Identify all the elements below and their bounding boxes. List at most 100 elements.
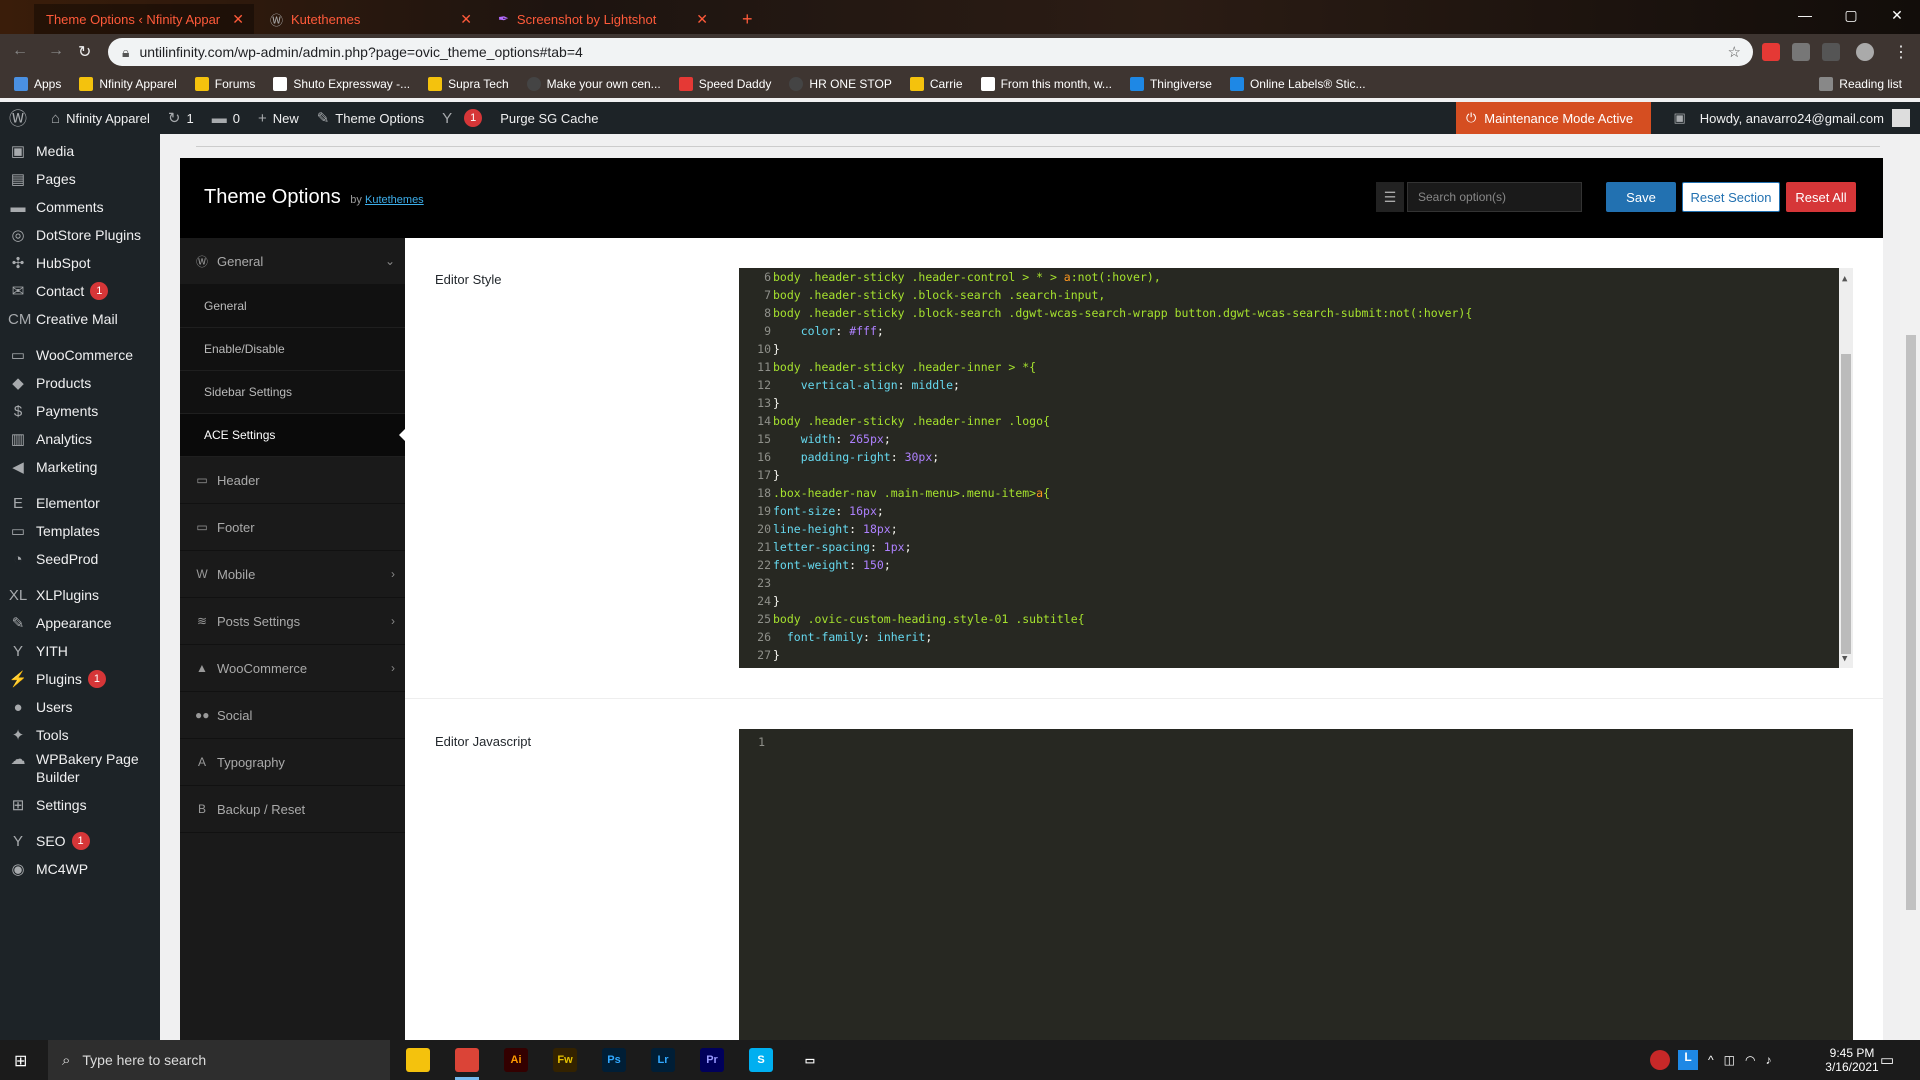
bookmark-item[interactable]: Nfinity Apparel xyxy=(79,77,177,91)
network-icon[interactable]: ◫ xyxy=(1724,1053,1735,1067)
pdf-extension-icon[interactable] xyxy=(1762,43,1780,61)
sidebar-item-mc4wp[interactable]: ◉ MC4WP xyxy=(0,852,160,886)
back-icon[interactable]: ← xyxy=(12,42,28,60)
bookmark-item[interactable]: HR ONE STOP xyxy=(789,77,892,91)
nav-sub-ace-settings[interactable]: ACE Settings xyxy=(180,414,406,457)
url-bar[interactable]: 🔒︎ untilinfinity.com/wp-admin/admin.php?… xyxy=(108,38,1753,66)
chevron-down-icon: ⌄ xyxy=(384,254,395,268)
bookmark-item[interactable]: Forums xyxy=(194,77,255,91)
bookmark-item[interactable]: From this month, w... xyxy=(980,77,1112,91)
reset-section-button[interactable]: Reset Section xyxy=(1682,182,1780,212)
taskbar-photoshop-icon[interactable]: Ps xyxy=(602,1048,626,1072)
save-button[interactable]: Save xyxy=(1606,182,1676,212)
nav-sub-enable-disable[interactable]: Enable/Disable xyxy=(180,328,405,371)
editor-scroll-thumb[interactable] xyxy=(1841,354,1851,654)
notifications-icon[interactable]: ▭ xyxy=(1880,1040,1894,1080)
sidebar-item-wpbakery-page-builder[interactable]: ☁ WPBakery Page Builder xyxy=(0,746,160,790)
nav-mobile[interactable]: W Mobile › xyxy=(180,551,405,598)
chevron-up-icon[interactable]: ^ xyxy=(1708,1053,1714,1067)
nav-item-label: Header xyxy=(217,472,260,488)
close-tab-icon[interactable]: ✕ xyxy=(232,11,244,28)
taskbar-skype-icon[interactable]: S xyxy=(749,1048,773,1072)
sidebar-item-label: Analytics xyxy=(36,431,93,447)
bookmark-item[interactable]: Shuto Expressway -... xyxy=(273,77,410,91)
taskbar-premiere-icon[interactable]: Pr xyxy=(700,1048,724,1072)
wifi-icon[interactable]: ◠ xyxy=(1745,1053,1755,1067)
taskbar-fireworks-icon[interactable]: Fw xyxy=(553,1048,577,1072)
media-icon[interactable] xyxy=(1822,43,1840,61)
close-window-button[interactable]: ✕ xyxy=(1874,0,1920,30)
scroll-up-icon[interactable]: ▲ xyxy=(1842,274,1847,284)
reading-list[interactable]: Reading list xyxy=(1819,77,1902,91)
tray-app-icon[interactable] xyxy=(1650,1050,1670,1070)
nav-sub-general[interactable]: General xyxy=(180,285,405,328)
tab-kutethemes[interactable]: Ⓦ Kutethemes ✕ xyxy=(258,4,482,34)
bookmark-item[interactable]: Speed Daddy xyxy=(678,77,771,91)
bookmark-item[interactable]: Carrie xyxy=(909,77,963,91)
account-menu[interactable]: ▣ Howdy, anavarro24@gmail.com xyxy=(1674,102,1910,134)
nav-posts-settings[interactable]: ≋ Posts Settings › xyxy=(180,598,405,645)
reset-all-button[interactable]: Reset All xyxy=(1786,182,1856,212)
bookmark-item[interactable]: Supra Tech xyxy=(428,77,509,91)
taskbar-search[interactable]: ⌕ Type here to search xyxy=(48,1040,390,1080)
updates-link[interactable]: ↻ 1 xyxy=(159,102,203,134)
tab-theme-options[interactable]: Theme Options ‹ Nfinity Appar ✕ xyxy=(34,4,254,34)
nav-woocommerce[interactable]: ▲ WooCommerce › xyxy=(180,645,405,692)
nav-backup-reset[interactable]: B Backup / Reset xyxy=(180,786,405,833)
sidebar-item-settings[interactable]: ⊞ Settings xyxy=(0,788,160,822)
volume-icon[interactable]: ♪ xyxy=(1765,1053,1771,1067)
profile-avatar[interactable] xyxy=(1856,43,1874,61)
page-scroll-thumb[interactable] xyxy=(1906,335,1916,910)
taskbar-illustrator-icon[interactable]: Ai xyxy=(504,1048,528,1072)
menu-dots-icon[interactable]: ⋮ xyxy=(1893,42,1909,62)
line-number: 11 xyxy=(757,360,771,374)
restore-button[interactable]: ▢ xyxy=(1828,0,1874,30)
editor-scrollbar[interactable]: ▲ ▼ xyxy=(1839,268,1853,668)
code-line: .box-header-nav .main-menu>.menu-item>a{ xyxy=(773,486,1050,500)
taskbar-file-explorer-icon[interactable] xyxy=(406,1048,430,1072)
purge-cache-link[interactable]: Purge SG Cache xyxy=(491,102,607,134)
comments-link[interactable]: ▬ 0 xyxy=(203,102,249,134)
new-tab-button[interactable]: + xyxy=(730,4,760,34)
bookmark-item[interactable]: Thingiverse xyxy=(1129,77,1212,91)
close-tab-icon[interactable]: ✕ xyxy=(696,11,708,28)
forward-icon[interactable]: → xyxy=(48,42,64,60)
yoast-link[interactable]: Y1 xyxy=(433,102,491,134)
expand-list-icon[interactable]: ☰ xyxy=(1376,182,1404,212)
nav-typography[interactable]: A Typography xyxy=(180,739,405,786)
css-code-editor[interactable]: ▲ ▼ 6 body .header-sticky .header-control… xyxy=(739,268,1853,668)
close-tab-icon[interactable]: ✕ xyxy=(460,11,472,28)
extensions-icon[interactable] xyxy=(1792,43,1810,61)
search-input[interactable]: Search option(s) xyxy=(1407,182,1582,212)
windows-start-icon[interactable]: ⊞ xyxy=(14,1051,27,1071)
code-line: body .header-sticky .header-control > * … xyxy=(773,270,1161,284)
nav-footer[interactable]: ▭ Footer xyxy=(180,504,405,551)
reload-icon[interactable]: ↻ xyxy=(78,42,91,62)
sidebar-item-seedprod[interactable]: ◔ SeedProd xyxy=(0,542,160,576)
js-code-editor[interactable]: 1 xyxy=(739,729,1853,1049)
sidebar-item-marketing[interactable]: ◀ Marketing xyxy=(0,450,160,484)
bookmark-star-icon[interactable]: ☆ xyxy=(1728,43,1741,61)
nav-header[interactable]: ▭ Header xyxy=(180,457,405,504)
bookmark-apps[interactable]: Apps xyxy=(14,77,61,91)
scroll-down-icon[interactable]: ▼ xyxy=(1842,654,1847,664)
nav-social[interactable]: ●● Social xyxy=(180,692,405,739)
wp-logo[interactable]: Ⓦ xyxy=(0,102,42,134)
author-link[interactable]: Kutethemes xyxy=(365,194,424,206)
theme-options-link[interactable]: ✎ Theme Options xyxy=(308,102,433,134)
bookmark-item[interactable]: Online Labels® Stic... xyxy=(1229,77,1366,91)
tray-l-icon[interactable]: L xyxy=(1678,1050,1698,1070)
sidebar-item-label: Creative Mail xyxy=(36,311,118,327)
taskbar-chrome-icon[interactable] xyxy=(455,1048,479,1072)
bookmark-item[interactable]: Make your own cen... xyxy=(526,77,661,91)
taskbar-card-app-icon[interactable]: ▭ xyxy=(798,1048,822,1072)
site-name-link[interactable]: ⌂ Nfinity Apparel xyxy=(42,102,159,134)
sidebar-item-creative-mail[interactable]: CM Creative Mail xyxy=(0,302,160,336)
nav-sub-sidebar-settings[interactable]: Sidebar Settings xyxy=(180,371,405,414)
maintenance-mode-link[interactable]: ⏻ Maintenance Mode Active xyxy=(1456,102,1651,134)
tab-lightshot[interactable]: ✒ Screenshot by Lightshot ✕ xyxy=(486,4,718,34)
taskbar-lightroom-icon[interactable]: Lr xyxy=(651,1048,675,1072)
new-content-link[interactable]: + New xyxy=(249,102,308,134)
nav-general[interactable]: Ⓦ General ⌄ xyxy=(180,238,405,285)
minimize-button[interactable]: — xyxy=(1782,0,1828,30)
